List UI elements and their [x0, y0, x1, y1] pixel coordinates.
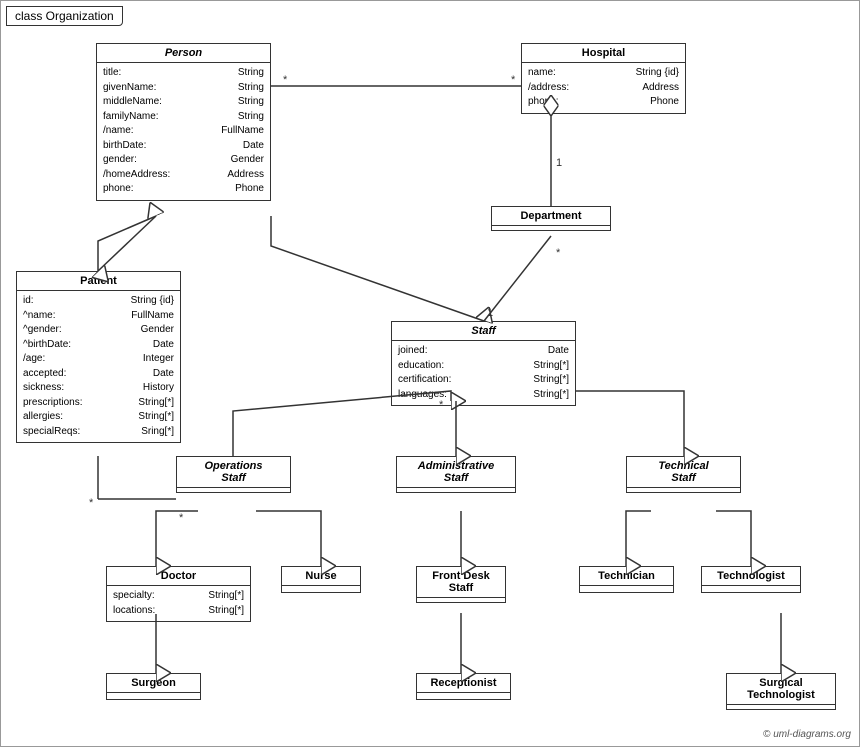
class-surgical-technologist: SurgicalTechnologist	[726, 673, 836, 710]
class-technician-name: Technician	[580, 567, 673, 586]
class-technician: Technician	[579, 566, 674, 593]
class-front-desk-staff: Front DeskStaff	[416, 566, 506, 603]
class-technologist-attrs	[702, 586, 800, 592]
class-staff-name: Staff	[392, 322, 575, 341]
class-technologist-name: Technologist	[702, 567, 800, 586]
class-surgeon: Surgeon	[106, 673, 201, 700]
class-administrative-staff-attrs	[397, 488, 515, 492]
class-staff-attrs: joined:Date education:String[*] certific…	[392, 341, 575, 405]
class-front-desk-staff-name: Front DeskStaff	[417, 567, 505, 598]
class-technical-staff: TechnicalStaff	[626, 456, 741, 493]
svg-text:*: *	[179, 512, 184, 524]
diagram-title: class Organization	[6, 6, 123, 26]
class-operations-staff-attrs	[177, 488, 290, 492]
class-nurse-name: Nurse	[282, 567, 360, 586]
class-department-attrs	[492, 226, 610, 230]
svg-text:*: *	[283, 74, 288, 86]
svg-text:1: 1	[487, 307, 493, 319]
class-administrative-staff: AdministrativeStaff	[396, 456, 516, 493]
class-technologist: Technologist	[701, 566, 801, 593]
class-front-desk-staff-attrs	[417, 598, 505, 602]
class-surgeon-name: Surgeon	[107, 674, 200, 693]
class-patient-name: Patient	[17, 272, 180, 291]
copyright-text: © uml-diagrams.org	[763, 729, 851, 740]
class-nurse: Nurse	[281, 566, 361, 593]
class-person-attrs: title:String givenName:String middleName…	[97, 63, 270, 200]
class-surgical-technologist-name: SurgicalTechnologist	[727, 674, 835, 705]
class-department: Department	[491, 206, 611, 231]
svg-text:1: 1	[556, 157, 562, 169]
class-hospital: Hospital name:String {id} /address:Addre…	[521, 43, 686, 114]
class-receptionist: Receptionist	[416, 673, 511, 700]
class-doctor-name: Doctor	[107, 567, 250, 586]
class-surgical-technologist-attrs	[727, 705, 835, 709]
class-hospital-name: Hospital	[522, 44, 685, 63]
class-staff: Staff joined:Date education:String[*] ce…	[391, 321, 576, 406]
class-operations-staff: OperationsStaff	[176, 456, 291, 493]
class-administrative-staff-name: AdministrativeStaff	[397, 457, 515, 488]
class-technician-attrs	[580, 586, 673, 592]
svg-text:*: *	[556, 247, 561, 259]
svg-text:*: *	[89, 497, 94, 509]
class-surgeon-attrs	[107, 693, 200, 699]
class-department-name: Department	[492, 207, 610, 226]
class-nurse-attrs	[282, 586, 360, 592]
class-receptionist-name: Receptionist	[417, 674, 510, 693]
class-technical-staff-attrs	[627, 488, 740, 492]
class-patient: Patient id:String {id} ^name:FullName ^g…	[16, 271, 181, 443]
class-person-name: Person	[97, 44, 270, 63]
class-technical-staff-name: TechnicalStaff	[627, 457, 740, 488]
class-operations-staff-name: OperationsStaff	[177, 457, 290, 488]
class-hospital-attrs: name:String {id} /address:Address phone:…	[522, 63, 685, 113]
class-patient-attrs: id:String {id} ^name:FullName ^gender:Ge…	[17, 291, 180, 442]
class-person: Person title:String givenName:String mid…	[96, 43, 271, 201]
diagram-container: class Organization Person title:String g…	[0, 0, 860, 747]
svg-text:*: *	[511, 74, 516, 86]
class-doctor: Doctor specialty:String[*] locations:Str…	[106, 566, 251, 622]
class-receptionist-attrs	[417, 693, 510, 699]
class-doctor-attrs: specialty:String[*] locations:String[*]	[107, 586, 250, 621]
